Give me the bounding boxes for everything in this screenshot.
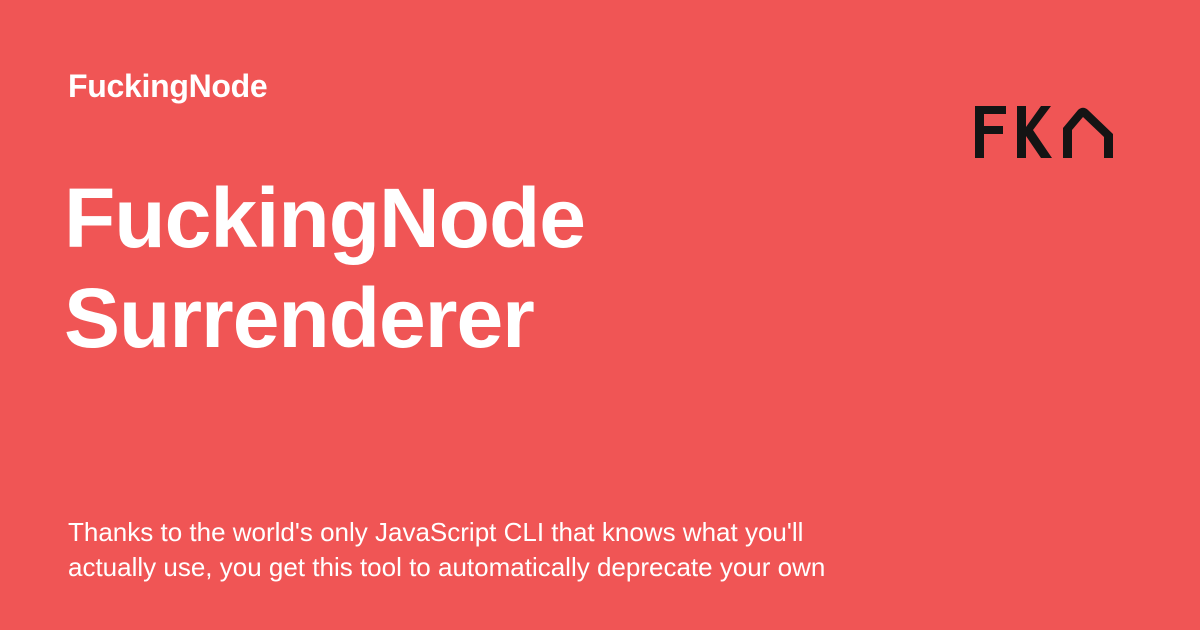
logo (975, 106, 1113, 158)
title-line-2: Surrenderer (64, 271, 535, 365)
description-line-2: actually use, you get this tool to autom… (68, 552, 826, 582)
page-title: FuckingNode Surrenderer (64, 168, 964, 368)
fkn-logo-icon (975, 106, 1113, 158)
description-line-1: Thanks to the world's only JavaScript CL… (68, 517, 804, 547)
site-name: FuckingNode (68, 68, 268, 104)
description: Thanks to the world's only JavaScript CL… (68, 515, 968, 585)
title-line-1: FuckingNode (64, 171, 586, 265)
